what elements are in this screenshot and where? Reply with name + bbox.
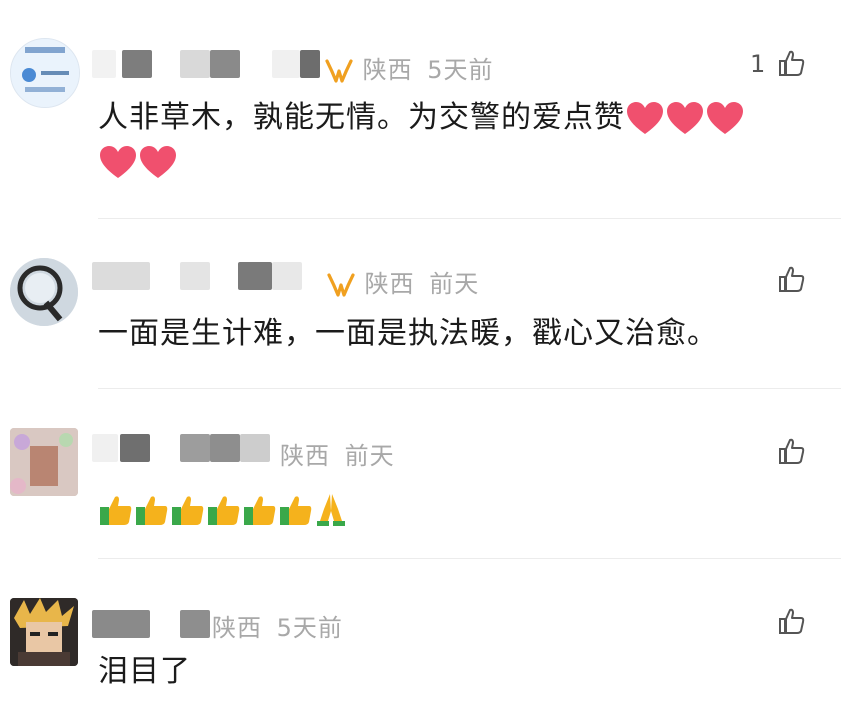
thumbs-up-like-icon[interactable] xyxy=(777,436,807,466)
avatar[interactable] xyxy=(10,428,78,496)
divider xyxy=(98,558,841,559)
location-text: 陕西 xyxy=(212,614,262,642)
username-blurred xyxy=(300,50,320,78)
thumbs-up-emoji-icon xyxy=(172,495,204,525)
comment-item: 陕西 前天 一面是生计难，一面是执法暖，戳心又治愈。 xyxy=(0,220,841,390)
avatar[interactable] xyxy=(10,38,80,108)
avatar-image xyxy=(10,428,78,496)
comment-text xyxy=(98,486,348,530)
username-blurred xyxy=(180,434,210,462)
avatar-image xyxy=(10,598,78,666)
comment-item: 陕西 前天 xyxy=(0,390,841,560)
avatar-image xyxy=(10,258,78,326)
comment-meta: 陕西 前天 xyxy=(280,436,395,471)
comment-meta: 陕西 5天前 xyxy=(324,50,494,85)
location-text: 陕西 xyxy=(280,442,330,470)
location-text: 陕西 xyxy=(362,56,413,84)
username-blurred xyxy=(272,50,300,78)
thumbs-up-emoji-icon xyxy=(136,495,168,525)
folded-hands-emoji-icon xyxy=(317,493,345,526)
username-blurred[interactable] xyxy=(92,50,116,78)
thumbs-up-emoji-icon xyxy=(100,495,132,525)
heart-emoji-icon xyxy=(707,101,743,134)
username-blurred xyxy=(122,50,152,78)
username-blurred[interactable] xyxy=(92,262,150,290)
time-text: 5天前 xyxy=(276,614,343,642)
thumbs-up-emoji-icon xyxy=(208,495,240,525)
comment-text: 一面是生计难，一面是执法暖，戳心又治愈。 xyxy=(98,316,718,351)
time-text: 前天 xyxy=(429,270,480,298)
comment-text: 人非草木，孰能无情。为交警的爱点赞 xyxy=(98,96,818,184)
username-blurred xyxy=(180,610,210,638)
avatar[interactable] xyxy=(10,598,78,666)
comment-text-content: 人非草木，孰能无情。为交警的爱点赞 xyxy=(98,100,625,135)
username-blurred xyxy=(210,50,240,78)
heart-emoji-icon xyxy=(667,101,703,134)
vip-badge-icon xyxy=(325,59,353,83)
username-blurred xyxy=(240,434,270,462)
divider xyxy=(98,218,841,219)
thumbs-up-emoji-icon xyxy=(280,495,312,525)
time-text: 5天前 xyxy=(427,56,494,84)
avatar-image xyxy=(11,39,79,107)
username-blurred xyxy=(180,262,210,290)
thumbs-up-like-icon[interactable] xyxy=(777,48,807,78)
username-blurred xyxy=(180,50,210,78)
thumbs-up-like-icon[interactable] xyxy=(777,264,807,294)
thumbs-up-like-icon[interactable] xyxy=(777,606,807,636)
comment-item: 陕西 5天前 1 人非草木，孰能无情。为交警的爱点赞 xyxy=(0,0,841,220)
comment-meta: 陕西 5天前 xyxy=(212,608,343,643)
heart-emoji-icon xyxy=(100,145,136,178)
time-text: 前天 xyxy=(344,442,395,470)
divider xyxy=(98,388,841,389)
username-blurred xyxy=(272,262,302,290)
location-text: 陕西 xyxy=(364,270,415,298)
username-blurred[interactable] xyxy=(92,610,150,638)
comment-meta: 陕西 前天 xyxy=(326,264,479,299)
thumbs-up-emoji-icon xyxy=(244,495,276,525)
username-blurred xyxy=(238,262,272,290)
username-blurred xyxy=(210,434,240,462)
username-blurred[interactable] xyxy=(92,434,118,462)
vip-badge-icon xyxy=(327,273,355,297)
avatar[interactable] xyxy=(10,258,78,326)
username-blurred xyxy=(120,434,150,462)
heart-emoji-icon xyxy=(627,101,663,134)
heart-emoji-icon xyxy=(140,145,176,178)
comment-text: 泪目了 xyxy=(98,654,191,689)
comment-item: 陕西 5天前 泪目了 xyxy=(0,560,841,705)
like-count: 1 xyxy=(750,50,766,78)
